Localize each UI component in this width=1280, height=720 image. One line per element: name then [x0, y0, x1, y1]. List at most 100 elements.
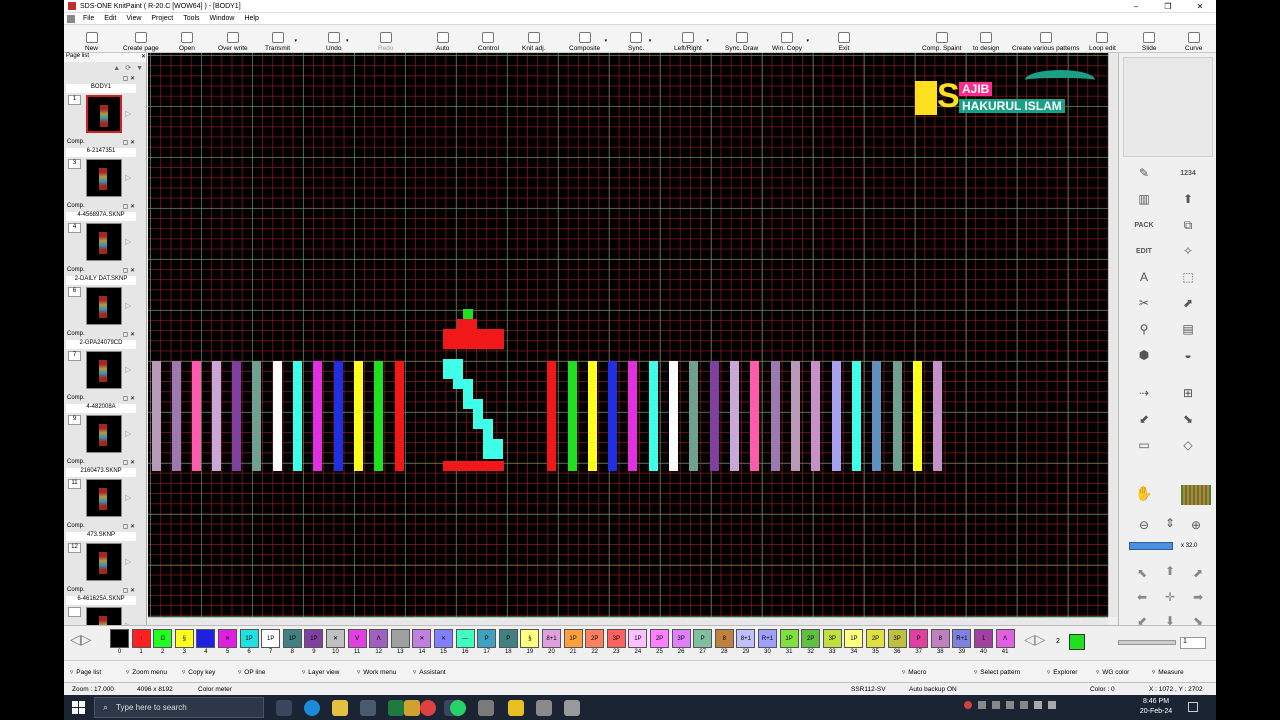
close-icon[interactable]: ✕: [130, 588, 135, 594]
zoom-out-icon[interactable]: ⊖: [1133, 515, 1155, 535]
bottom-toolbar-copy-key[interactable]: ▿ Copy key: [182, 668, 215, 677]
corner-icon[interactable]: ⬋: [1133, 409, 1155, 429]
palette-swatch-21[interactable]: 1P: [563, 629, 583, 648]
maximize-icon[interactable]: ▢: [123, 76, 130, 82]
palette-swatch-23[interactable]: 3P: [606, 629, 626, 648]
stairs-icon[interactable]: ▤: [1177, 319, 1199, 339]
up-left-arrow-icon[interactable]: ⬉: [1131, 563, 1153, 583]
close-icon[interactable]: ✕: [1184, 2, 1216, 11]
palette-swatch-14[interactable]: ✕: [412, 629, 432, 648]
horizontal-scrollbar[interactable]: [148, 617, 1108, 625]
chevron-down-icon[interactable]: ▾: [706, 38, 709, 44]
palette-swatch-25[interactable]: 2P: [650, 629, 669, 648]
file-explorer-icon[interactable]: [332, 700, 348, 716]
toolbar-button-slide[interactable]: Slide: [1140, 26, 1158, 52]
palette-swatch-7[interactable]: 1P: [261, 629, 281, 648]
toolbar-button-exit[interactable]: Exit: [836, 26, 852, 52]
edit-icon[interactable]: EDIT: [1133, 241, 1155, 261]
palette-swatch-8[interactable]: 1P: [282, 629, 302, 648]
page-list-item[interactable]: Comp. ▢ ✕ 4-456897A.SKNP 4 ▷: [66, 203, 136, 265]
current-color-swatch[interactable]: [1069, 634, 1085, 650]
palette-swatch-19[interactable]: §: [520, 629, 540, 648]
chevron-right-icon[interactable]: ▷: [125, 557, 131, 566]
move-icon[interactable]: ⬈: [1177, 293, 1199, 313]
excel-icon[interactable]: [388, 700, 404, 716]
palette-page-icon[interactable]: ◁▷: [1024, 631, 1046, 648]
zoom-in-icon[interactable]: ⊕: [1185, 515, 1207, 535]
palette-swatch-39[interactable]: R+1: [952, 629, 972, 648]
up-right-arrow-icon[interactable]: ⬈: [1187, 563, 1209, 583]
palette-swatch-30[interactable]: R+1: [758, 629, 777, 648]
toolbar-button-transmit[interactable]: Transmit ▾: [263, 26, 297, 52]
page-list-item[interactable]: ▢ ✕ BODY1 1 ▷: [66, 75, 136, 137]
center-icon[interactable]: ✛: [1159, 587, 1181, 607]
chevron-down-icon[interactable]: ▾: [346, 38, 349, 44]
close-icon[interactable]: ✕: [130, 460, 135, 466]
palette-swatch-13[interactable]: [390, 629, 410, 648]
bottom-toolbar-explorer[interactable]: ▿ Explorer: [1047, 668, 1077, 677]
palette-swatch-31[interactable]: 1P: [779, 629, 799, 648]
toolbar-button-create-page[interactable]: Create page: [121, 26, 161, 52]
page-thumbnail[interactable]: [86, 159, 122, 197]
palette-swatch-11[interactable]: V: [347, 629, 367, 648]
palette-swatch-2[interactable]: Ω: [153, 629, 173, 648]
tray-icon[interactable]: [1006, 701, 1014, 709]
palette-swatch-3[interactable]: §: [174, 629, 194, 648]
page-list-item[interactable]: Comp. ▢ ✕ 473.SKNP 12 ▷: [66, 523, 136, 585]
maximize-icon[interactable]: ▢: [123, 396, 130, 402]
page-thumbnail[interactable]: [86, 351, 122, 389]
taskbar-search-box[interactable]: ⌕ Type here to search: [94, 697, 264, 718]
up-arrow-icon[interactable]: ⬆: [1159, 561, 1181, 581]
pack-icon[interactable]: PACK: [1133, 215, 1155, 235]
palette-nav-icon[interactable]: ◁▷: [70, 631, 92, 648]
palette-swatch-22[interactable]: 2P: [585, 629, 605, 648]
bottom-toolbar-macro[interactable]: ▿ Macro: [902, 668, 926, 677]
step-icon[interactable]: ⇢: [1133, 383, 1155, 403]
palette-swatch-26[interactable]: 3P: [671, 629, 691, 648]
toolbar-button-redo[interactable]: Redo: [376, 26, 396, 52]
tray-icon[interactable]: [992, 701, 1000, 709]
toolbar-button-curve[interactable]: Curve: [1183, 26, 1204, 52]
menu-help[interactable]: Help: [239, 15, 263, 22]
palette-swatch-24[interactable]: 1P: [628, 629, 648, 648]
knit-tool-icon[interactable]: ▥: [1133, 189, 1155, 209]
palette-page-value[interactable]: 2: [1056, 638, 1060, 645]
palette-swatch-37[interactable]: P: [909, 629, 929, 648]
close-icon[interactable]: ✕: [130, 268, 135, 274]
toolbar-button-comp-spaint[interactable]: Comp. Spaint: [920, 26, 963, 52]
page-list-item[interactable]: Comp. ▢ ✕ 2-DAILY DAT.SKNP 6 ▷: [66, 267, 136, 329]
toolbar-button-knit-adj-[interactable]: Knit adj.: [520, 26, 548, 52]
hand-icon[interactable]: ✋: [1133, 483, 1155, 503]
toolbar-button-undo[interactable]: Undo ▾: [324, 26, 349, 52]
close-icon[interactable]: ✕: [130, 140, 135, 146]
close-icon[interactable]: ✕: [130, 204, 135, 210]
toolbar-button-auto[interactable]: Auto: [434, 26, 451, 52]
bottom-toolbar-assistant[interactable]: ▿ Assistant: [413, 668, 446, 677]
menu-project[interactable]: Project: [146, 15, 178, 22]
page-thumbnail[interactable]: [86, 223, 122, 261]
page-thumbnail[interactable]: [86, 415, 122, 453]
palette-swatch-12[interactable]: Λ: [369, 629, 389, 648]
palette-swatch-9[interactable]: 1P: [304, 629, 324, 648]
toolbar-button-win-copy[interactable]: Win. Copy ▾: [770, 26, 809, 52]
magnet-icon[interactable]: ⚲: [1133, 319, 1155, 339]
toolbar-button-composite[interactable]: Composite ▾: [567, 26, 607, 52]
palette-swatch-33[interactable]: 3P: [822, 629, 842, 648]
chrome-icon[interactable]: [420, 700, 436, 716]
tray-icon[interactable]: [964, 701, 972, 709]
palette-swatch-15[interactable]: ✕: [434, 629, 453, 648]
windows-start-icon[interactable]: [72, 701, 85, 714]
close-icon[interactable]: ✕: [130, 524, 135, 530]
toolbar-button-sync-draw[interactable]: Sync. Draw: [723, 26, 760, 52]
hand-drawing-icon[interactable]: ✎: [1133, 163, 1155, 183]
bottom-toolbar-wg-color[interactable]: ▿ WG color: [1096, 668, 1129, 677]
whatsapp-icon[interactable]: [450, 700, 466, 716]
palette-swatch-29[interactable]: 8+1: [736, 629, 756, 648]
chevron-right-icon[interactable]: ▷: [125, 301, 131, 310]
maximize-icon[interactable]: ▢: [123, 140, 130, 146]
toolbar-button-open[interactable]: Open: [177, 26, 197, 52]
toolbar-button-sync-[interactable]: Sync. ▾: [626, 26, 651, 52]
task-view-icon[interactable]: [276, 700, 292, 716]
maximize-icon[interactable]: ▢: [123, 268, 130, 274]
transfer-icon[interactable]: ⧉: [1177, 215, 1199, 235]
